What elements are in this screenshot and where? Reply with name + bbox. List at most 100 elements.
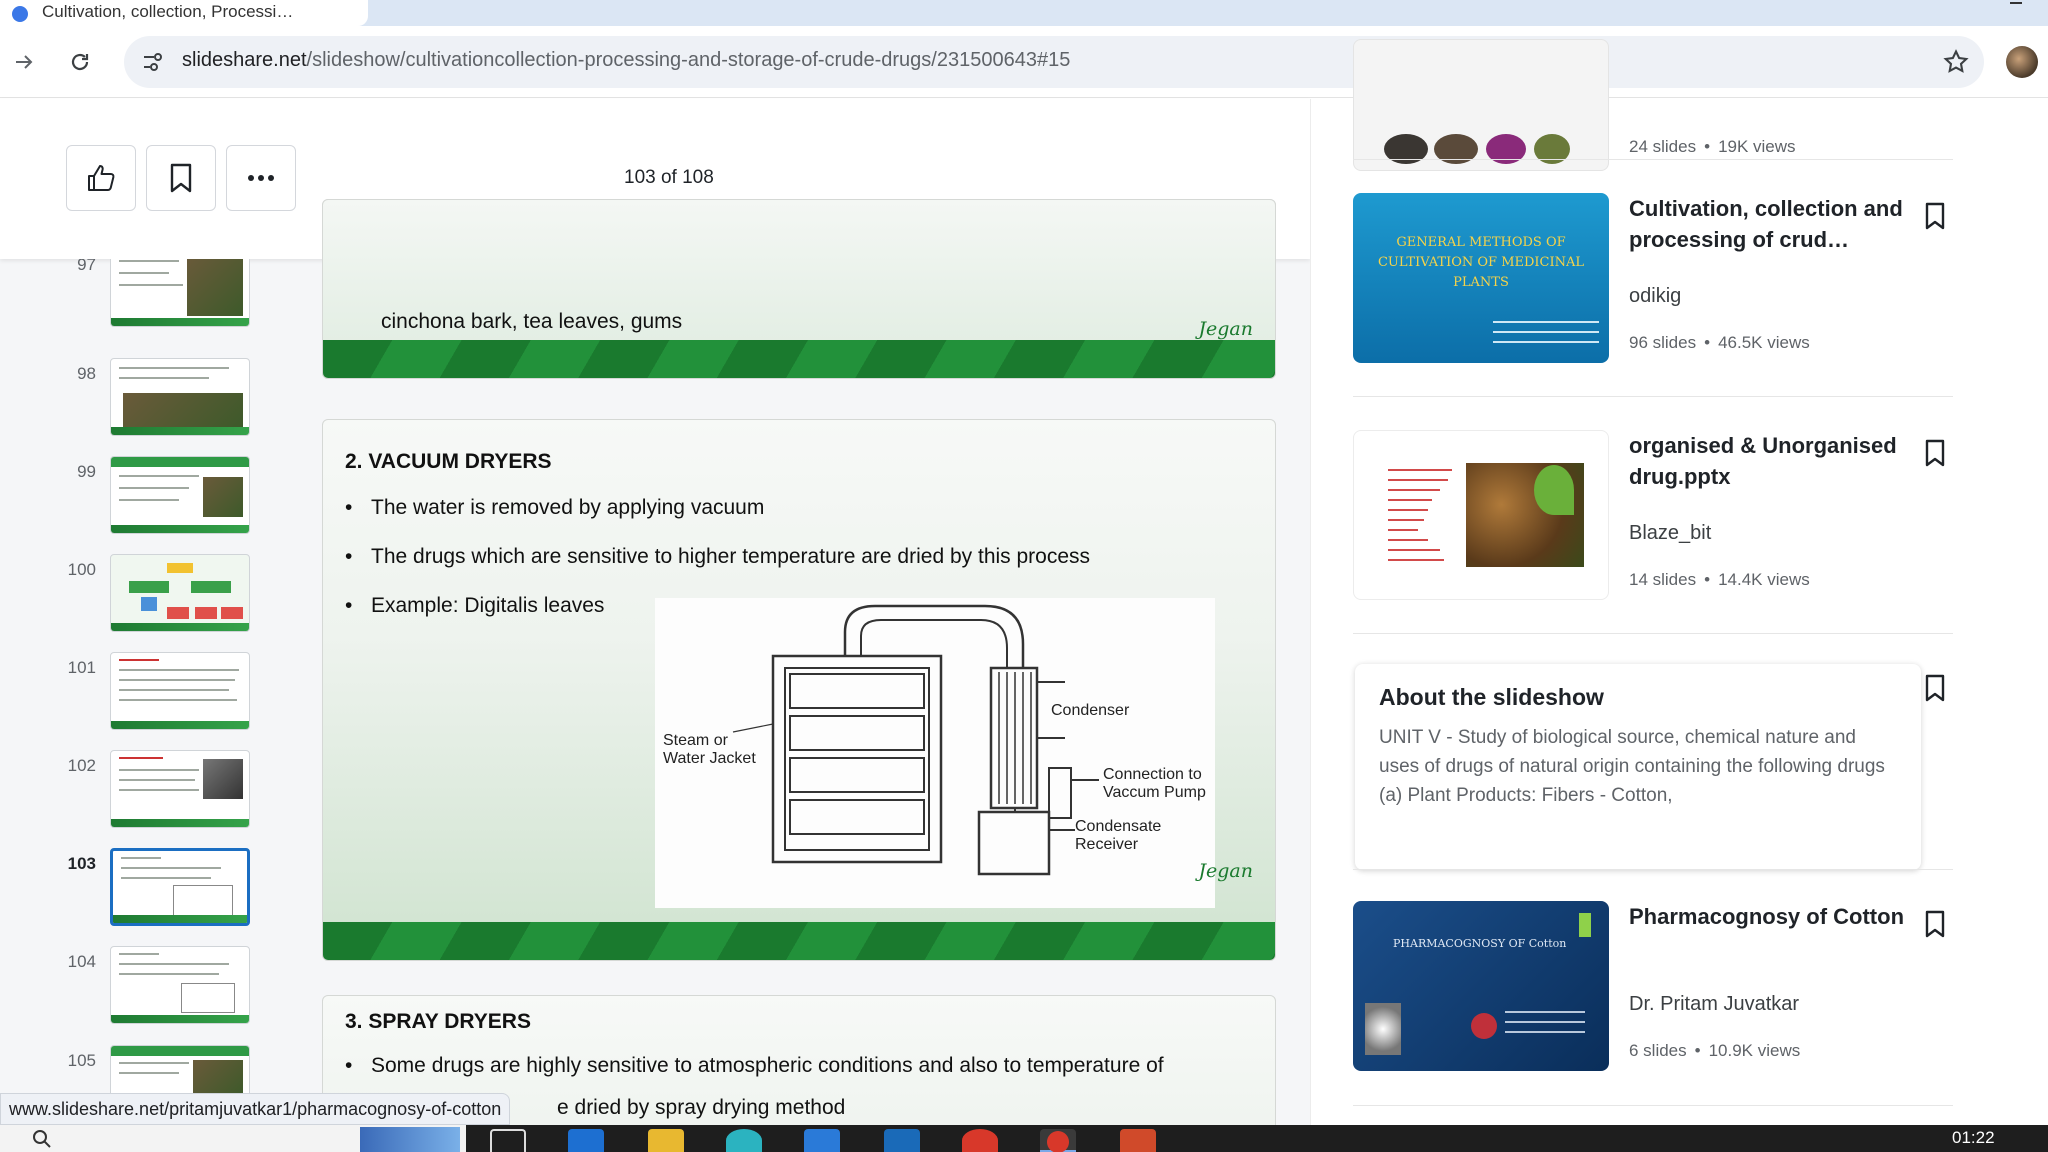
slide-title: 3. SPRAY DRYERS [345, 1010, 531, 1033]
label-condenser: Condenser [1051, 702, 1130, 719]
edge-icon[interactable] [568, 1129, 604, 1152]
related-card[interactable]: organised & Unorganised drug.pptx Blaze_… [1353, 430, 1953, 610]
thumbnail-strip: 97 98 99 100 101 102 103 104 105 [0, 259, 290, 1125]
slide-footer-band [323, 340, 1275, 378]
related-card-author[interactable]: odikig [1629, 285, 1681, 308]
related-card-meta: 14 slides • 14.4K views [1629, 570, 1810, 589]
thumbnail-item[interactable]: 98 [0, 358, 290, 448]
related-card-title[interactable]: Pharmacognosy of Cotton [1629, 901, 1919, 932]
slide-bullet: The drugs which are sensitive to higher … [345, 545, 1090, 569]
related-card-thumbnail[interactable] [1353, 39, 1609, 171]
url-text: slideshare.net/slideshow/cultivationcoll… [182, 49, 1071, 71]
thumbnail-number: 101 [67, 658, 96, 677]
slide-bullet: The water is removed by applying vacuum [345, 496, 764, 520]
bookmark-icon [170, 163, 192, 193]
vacuum-dryer-diagram: Steam or Water Jacket Condenser Connectio… [655, 598, 1215, 908]
slide-103: 2. VACUUM DRYERS The water is removed by… [322, 419, 1276, 961]
related-card-meta: 24 slides • 19K views [1629, 137, 1796, 156]
forward-button[interactable] [6, 44, 42, 80]
label-vacuum-connection: Connection to Vaccum Pump [1103, 766, 1206, 801]
slide-title: 2. VACUUM DRYERS [345, 450, 552, 473]
thumbnail-number: 99 [77, 462, 96, 481]
related-card[interactable]: GENERAL METHODS OF CULTIVATION OF MEDICI… [1353, 193, 1953, 373]
related-card-title[interactable]: Cultivation, collection and processing o… [1629, 193, 1919, 255]
thumbnail-item[interactable]: 100 [0, 554, 290, 644]
about-title: About the slideshow [1379, 684, 1604, 710]
browser-icon[interactable] [726, 1129, 762, 1152]
thumbnail-number: 97 [77, 259, 96, 274]
related-card-thumbnail[interactable]: PHARMACOGNOSY OF Cotton [1353, 901, 1609, 1071]
app-icon[interactable] [962, 1129, 998, 1152]
thumbnail-image[interactable] [110, 848, 250, 926]
about-slideshow-panel: About the slideshow UNIT V - Study of bi… [1355, 664, 1921, 870]
more-dots-icon [248, 175, 274, 181]
thumbs-up-icon [88, 165, 115, 191]
related-card-author[interactable]: Dr. Pritam Juvatkar [1629, 993, 1799, 1016]
label-condensate-receiver: Condensate Receiver [1075, 818, 1162, 853]
bookmark-icon[interactable] [1921, 909, 1949, 939]
thumbnail-item[interactable]: 102 [0, 750, 290, 840]
related-card-title[interactable]: organised & Unorganised drug.pptx [1629, 430, 1919, 492]
slide-102-panel: cinchona bark, tea leaves, gums Jegan [322, 199, 1276, 379]
related-card-thumbnail[interactable]: GENERAL METHODS OF CULTIVATION OF MEDICI… [1353, 193, 1609, 363]
powerpoint-icon[interactable] [1120, 1129, 1156, 1152]
thumbnail-caption: GENERAL METHODS OF CULTIVATION OF MEDICI… [1377, 235, 1585, 290]
thumbnail-number: 102 [67, 756, 96, 775]
mail-icon[interactable] [884, 1129, 920, 1152]
thumbnail-image[interactable] [110, 652, 250, 730]
os-taskbar: 01:22 [0, 1125, 2048, 1152]
thumbnail-number: 98 [77, 364, 96, 383]
file-explorer-icon[interactable] [648, 1129, 684, 1152]
thumbnail-image[interactable] [110, 456, 250, 534]
slide-bullet: Some drugs are highly sensitive to atmos… [345, 1054, 1164, 1078]
slide-text: e dried by spray drying method [557, 1096, 846, 1119]
thumbnail-item[interactable]: 97 [0, 259, 290, 339]
task-view-icon[interactable] [490, 1129, 526, 1152]
tab-strip: Cultivation, collection, Processi… [0, 0, 2048, 26]
link-status-preview: www.slideshare.net/pritamjuvatkar1/pharm… [0, 1093, 511, 1125]
reload-icon [71, 53, 89, 71]
related-sidebar: 24 slides • 19K views GENERAL METHODS OF C… [1310, 39, 2048, 1125]
related-card-meta: 96 slides • 46.5K views [1629, 333, 1810, 352]
thumbnail-number: 104 [67, 952, 96, 971]
taskbar-search[interactable] [0, 1125, 466, 1152]
thumbnail-item[interactable]: 99 [0, 456, 290, 546]
thumbnail-number: 100 [67, 560, 96, 579]
thumbnail-image[interactable] [110, 946, 250, 1024]
save-button[interactable] [146, 145, 216, 211]
reload-button[interactable] [62, 44, 98, 80]
thumbnail-image[interactable] [110, 750, 250, 828]
site-settings-icon[interactable] [138, 48, 166, 76]
store-icon[interactable] [804, 1129, 840, 1152]
thumbnail-item-active[interactable]: 103 [0, 848, 290, 938]
slide-signature: Jegan [1198, 318, 1253, 340]
divider [1353, 1105, 1953, 1106]
thumbnail-number: 103 [67, 854, 96, 873]
related-card[interactable]: PHARMACOGNOSY OF Cotton Pharmacognosy of… [1353, 901, 1953, 1081]
divider [1353, 396, 1953, 397]
slide-bullet: Example: Digitalis leaves [345, 594, 604, 618]
bookmark-icon[interactable] [1921, 673, 1949, 703]
browser-tab[interactable]: Cultivation, collection, Processi… [0, 0, 368, 26]
chrome-icon[interactable] [1040, 1129, 1076, 1152]
like-button[interactable] [66, 145, 136, 211]
thumbnail-number: 105 [67, 1051, 96, 1070]
related-card-thumbnail[interactable] [1353, 430, 1609, 600]
thumbnail-caption: PHARMACOGNOSY OF Cotton [1393, 937, 1567, 950]
thumbnail-image[interactable] [110, 554, 250, 632]
thumbnail-item[interactable]: 101 [0, 652, 290, 742]
favicon-icon [12, 6, 28, 22]
related-card-author[interactable]: Blaze_bit [1629, 522, 1711, 545]
more-options-button[interactable] [226, 145, 296, 211]
bookmark-icon[interactable] [1921, 201, 1949, 231]
about-description: UNIT V - Study of biological source, che… [1379, 727, 1885, 806]
slide-signature: Jegan [1198, 860, 1253, 882]
search-highlight-image [360, 1127, 460, 1152]
thumbnail-image[interactable] [110, 358, 250, 436]
page-indicator: 103 of 108 [624, 167, 714, 188]
minimize-icon[interactable] [2010, 2, 2022, 4]
bookmark-icon[interactable] [1921, 438, 1949, 468]
thumbnail-image[interactable] [110, 259, 250, 327]
thumbnail-item[interactable]: 104 [0, 946, 290, 1036]
profile-avatar[interactable] [2006, 46, 2038, 78]
